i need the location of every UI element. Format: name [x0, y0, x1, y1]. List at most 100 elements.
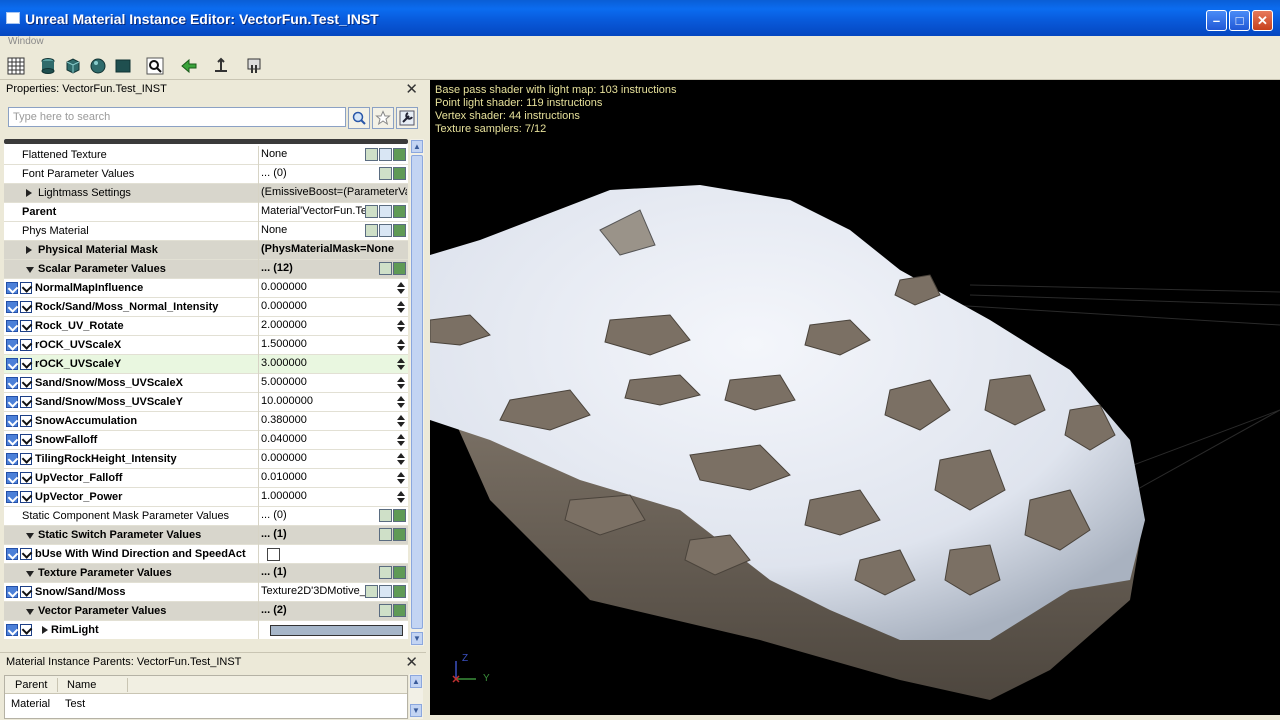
value-spinner-icon[interactable]: [397, 471, 406, 485]
use-selected-icon[interactable]: [365, 148, 378, 161]
clear-icon[interactable]: [393, 566, 406, 579]
enable-parameter-checkbox[interactable]: [20, 415, 32, 427]
value-spinner-icon[interactable]: [397, 452, 406, 466]
scroll-down-icon[interactable]: ▼: [411, 632, 423, 645]
bool-value-checkbox[interactable]: [267, 548, 280, 561]
property-value[interactable]: (PhysMaterialMask=None: [261, 243, 407, 255]
column-separator[interactable]: [127, 678, 128, 692]
browse-icon[interactable]: [379, 224, 392, 237]
properties-scrollbar[interactable]: ▲ ▼: [410, 139, 424, 646]
enable-parameter-checkbox[interactable]: [20, 301, 32, 313]
property-row[interactable]: Static Switch Parameter Values... (1): [4, 526, 408, 545]
enable-parameter-checkbox[interactable]: [20, 586, 32, 598]
override-toggle-checkbox[interactable]: [6, 586, 18, 598]
properties-close-icon[interactable]: ✕: [405, 80, 418, 98]
property-value[interactable]: 1.500000: [261, 338, 407, 350]
browse-icon[interactable]: [379, 205, 392, 218]
enable-parameter-checkbox[interactable]: [20, 472, 32, 484]
property-value[interactable]: 0.040000: [261, 433, 407, 445]
property-row[interactable]: Sand/Snow/Moss_UVScaleY 10.000000: [4, 393, 408, 412]
property-value[interactable]: 5.000000: [261, 376, 407, 388]
property-row[interactable]: Rock/Sand/Moss_Normal_Intensity 0.000000: [4, 298, 408, 317]
collapse-arrow-icon[interactable]: [26, 571, 34, 577]
parents-scrollbar[interactable]: ▲ ▼: [409, 674, 423, 719]
preview-viewport[interactable]: Base pass shader with light map: 103 ins…: [430, 80, 1280, 715]
clear-icon[interactable]: [393, 224, 406, 237]
value-spinner-icon[interactable]: [397, 319, 406, 333]
close-button[interactable]: ✕: [1252, 10, 1273, 31]
property-value[interactable]: 0.010000: [261, 471, 407, 483]
property-value[interactable]: 0.000000: [261, 300, 407, 312]
enable-parameter-checkbox[interactable]: [20, 320, 32, 332]
value-spinner-icon[interactable]: [397, 338, 406, 352]
settings-wrench-icon[interactable]: [396, 107, 418, 129]
browse-icon[interactable]: [379, 585, 392, 598]
column-name[interactable]: Name: [67, 679, 96, 691]
override-toggle-checkbox[interactable]: [6, 434, 18, 446]
value-spinner-icon[interactable]: [397, 433, 406, 447]
property-row[interactable]: Scalar Parameter Values... (12): [4, 260, 408, 279]
enable-parameter-checkbox[interactable]: [20, 434, 32, 446]
override-toggle-checkbox[interactable]: [6, 491, 18, 503]
enable-parameter-checkbox[interactable]: [20, 491, 32, 503]
search-input[interactable]: Type here to search: [8, 107, 346, 127]
browse-icon[interactable]: [379, 509, 392, 522]
collapse-arrow-icon[interactable]: [26, 267, 34, 273]
column-parent[interactable]: Parent: [15, 679, 47, 691]
enable-parameter-checkbox[interactable]: [20, 624, 32, 636]
expand-arrow-icon[interactable]: [42, 626, 48, 634]
clear-icon[interactable]: [393, 148, 406, 161]
property-value[interactable]: (EmissiveBoost=(ParameterVa: [261, 186, 407, 198]
property-row[interactable]: NormalMapInfluence 0.000000: [4, 279, 408, 298]
override-toggle-checkbox[interactable]: [6, 624, 18, 636]
enable-parameter-checkbox[interactable]: [20, 282, 32, 294]
override-toggle-checkbox[interactable]: [6, 282, 18, 294]
menu-window[interactable]: Window: [8, 36, 44, 47]
expand-arrow-icon[interactable]: [26, 246, 32, 254]
property-row[interactable]: Phys Material None: [4, 222, 408, 241]
clear-icon[interactable]: [393, 585, 406, 598]
property-row[interactable]: SnowFalloff 0.040000: [4, 431, 408, 450]
property-value[interactable]: 3.000000: [261, 357, 407, 369]
grid-icon[interactable]: [6, 56, 26, 76]
maximize-button[interactable]: □: [1229, 10, 1250, 31]
clear-icon[interactable]: [393, 604, 406, 617]
property-value[interactable]: 0.000000: [261, 281, 407, 293]
value-spinner-icon[interactable]: [397, 376, 406, 390]
browse-icon[interactable]: [379, 528, 392, 541]
use-selected-icon[interactable]: [365, 205, 378, 218]
property-row[interactable]: Rock_UV_Rotate 2.000000: [4, 317, 408, 336]
back-arrow-icon[interactable]: [179, 56, 199, 76]
property-row[interactable]: UpVector_Power 1.000000: [4, 488, 408, 507]
clear-icon[interactable]: [393, 205, 406, 218]
override-toggle-checkbox[interactable]: [6, 339, 18, 351]
enable-parameter-checkbox[interactable]: [20, 453, 32, 465]
property-value[interactable]: 10.000000: [261, 395, 407, 407]
property-row[interactable]: TilingRockHeight_Intensity 0.000000: [4, 450, 408, 469]
scroll-up-icon[interactable]: ▲: [411, 140, 423, 153]
clear-icon[interactable]: [393, 262, 406, 275]
browse-icon[interactable]: [379, 566, 392, 579]
scroll-thumb[interactable]: [411, 155, 423, 629]
override-toggle-checkbox[interactable]: [6, 301, 18, 313]
cube-icon[interactable]: [63, 56, 83, 76]
use-selected-icon[interactable]: [365, 585, 378, 598]
parents-close-icon[interactable]: ✕: [405, 653, 418, 671]
override-toggle-checkbox[interactable]: [6, 472, 18, 484]
property-row[interactable]: rOCK_UVScaleY 3.000000: [4, 355, 408, 374]
property-value[interactable]: 0.000000: [261, 452, 407, 464]
search-icon[interactable]: [348, 107, 370, 129]
property-row[interactable]: rOCK_UVScaleX 1.500000: [4, 336, 408, 355]
clear-icon[interactable]: [393, 167, 406, 180]
clear-icon[interactable]: [393, 528, 406, 541]
property-row[interactable]: bUse With Wind Direction and SpeedAct: [4, 545, 408, 564]
enable-parameter-checkbox[interactable]: [20, 358, 32, 370]
zoom-fit-icon[interactable]: [145, 56, 165, 76]
value-spinner-icon[interactable]: [397, 414, 406, 428]
override-toggle-checkbox[interactable]: [6, 377, 18, 389]
expand-arrow-icon[interactable]: [26, 189, 32, 197]
property-row[interactable]: UpVector_Falloff 0.010000: [4, 469, 408, 488]
enable-parameter-checkbox[interactable]: [20, 396, 32, 408]
column-separator[interactable]: [57, 678, 58, 692]
enable-parameter-checkbox[interactable]: [20, 339, 32, 351]
